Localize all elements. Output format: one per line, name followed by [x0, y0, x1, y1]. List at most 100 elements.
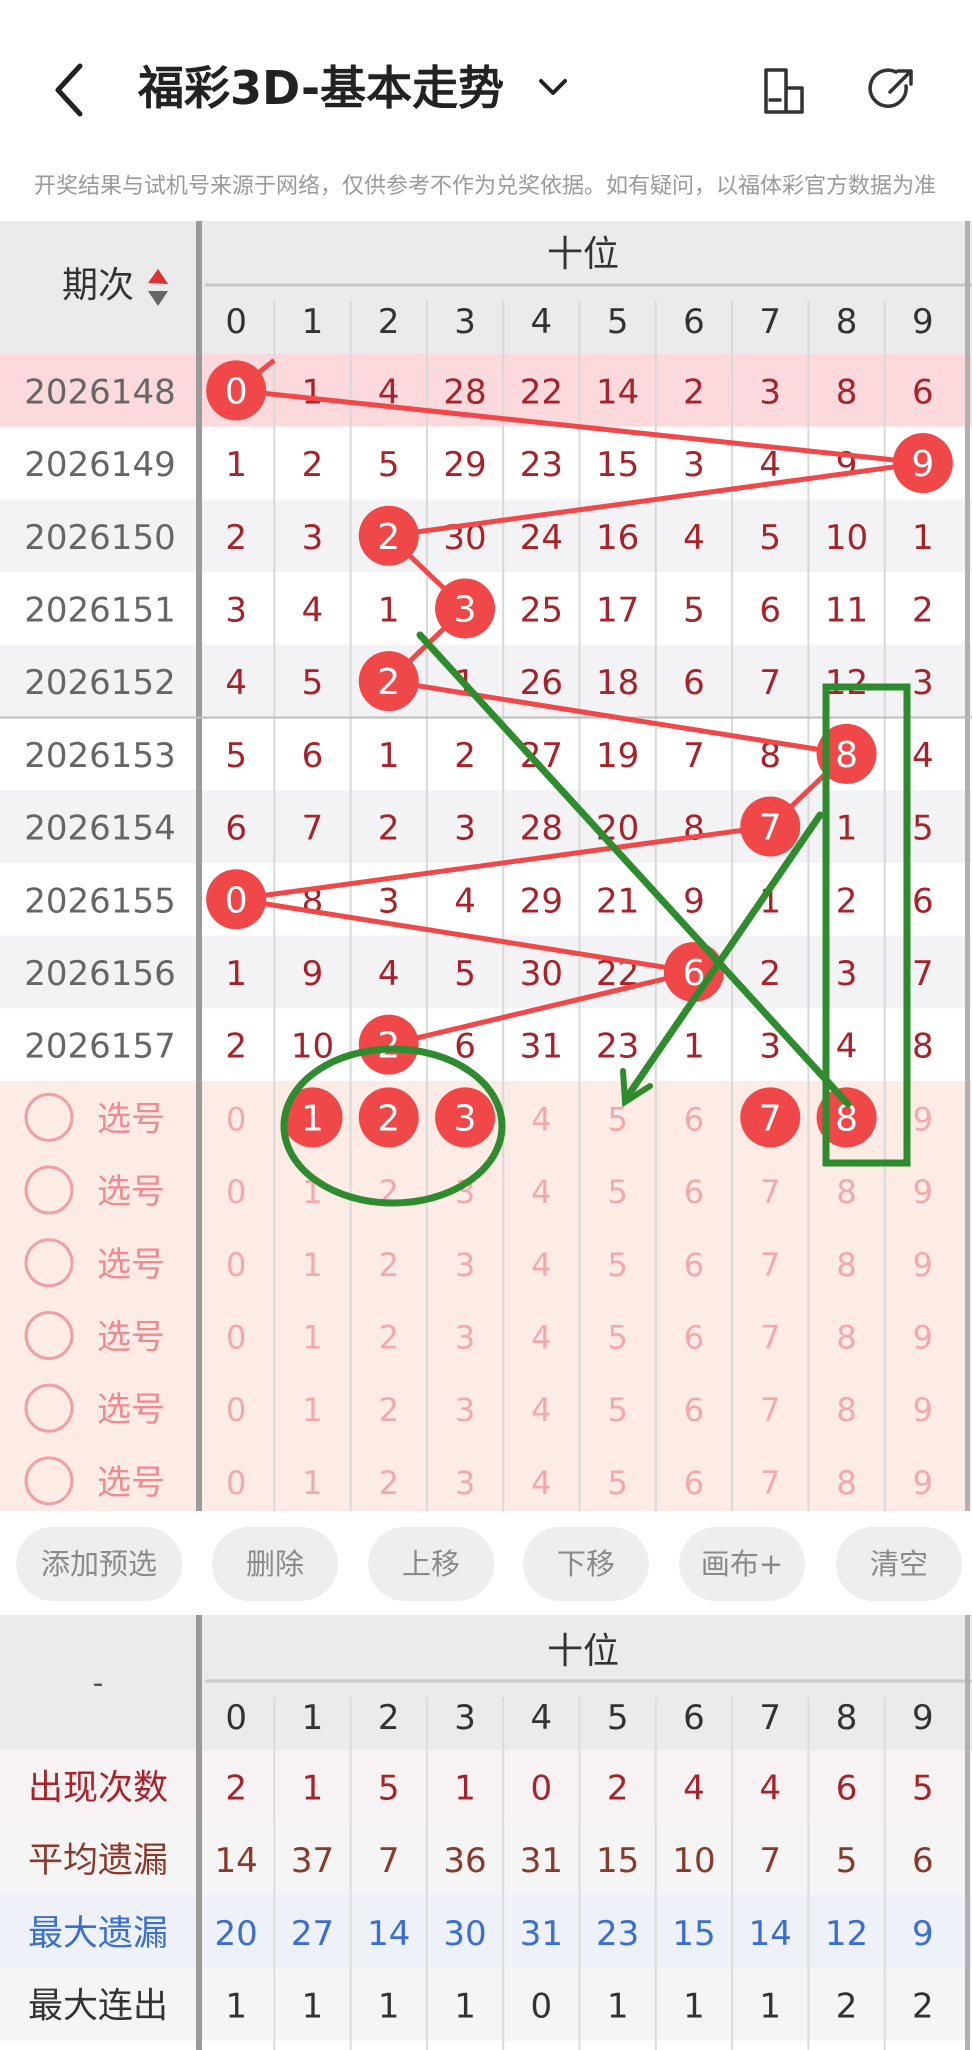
back-arrow-icon[interactable] — [50, 60, 90, 120]
toolbar-button-2[interactable]: 上移 — [368, 1527, 494, 1601]
select-digit-4[interactable]: 4 — [531, 1246, 551, 1284]
select-digit-8[interactable]: 8 — [836, 1173, 856, 1211]
select-digit-5[interactable]: 5 — [607, 1246, 627, 1284]
select-digit-8[interactable]: 8 — [836, 1391, 856, 1429]
ruler-icon[interactable] — [758, 66, 808, 116]
miss-count: 3 — [454, 809, 476, 849]
select-digit-6[interactable]: 6 — [684, 1391, 704, 1429]
select-digit-3[interactable]: 3 — [455, 1318, 475, 1356]
select-digit-7[interactable]: 7 — [760, 1173, 780, 1211]
select-digit-8[interactable]: 8 — [836, 1464, 856, 1502]
select-digit-7[interactable]: 7 — [760, 1246, 780, 1284]
chevron-down-icon[interactable] — [535, 72, 571, 102]
miss-count: 4 — [378, 954, 400, 994]
stats-value: 7 — [378, 1841, 400, 1881]
select-digit-9[interactable]: 9 — [913, 1318, 933, 1356]
digit-header-7: 7 — [759, 302, 781, 342]
miss-count: 1 — [912, 518, 934, 558]
hit-number: 0 — [225, 880, 248, 921]
miss-count: 6 — [912, 372, 934, 412]
select-digit-6[interactable]: 6 — [684, 1464, 704, 1502]
miss-count: 2 — [225, 1027, 247, 1067]
period-column-divider — [196, 221, 202, 1511]
hit-number: 3 — [454, 589, 477, 630]
select-digit-0[interactable]: 0 — [226, 1173, 246, 1211]
miss-count: 12 — [825, 663, 868, 703]
select-digit-1[interactable]: 1 — [302, 1318, 322, 1356]
select-digit-2[interactable]: 2 — [379, 1464, 399, 1502]
stats-value: 23 — [596, 1914, 639, 1954]
select-digit-2[interactable]: 2 — [379, 1246, 399, 1284]
select-digit-9[interactable]: 9 — [913, 1464, 933, 1502]
select-digit-9[interactable]: 9 — [913, 1173, 933, 1211]
select-digit-5[interactable]: 5 — [607, 1391, 627, 1429]
toolbar-button-0[interactable]: 添加预选 — [16, 1527, 182, 1601]
stats-value: 27 — [291, 1914, 334, 1954]
select-digit-3[interactable]: 3 — [455, 1391, 475, 1429]
select-digit-6[interactable]: 6 — [684, 1173, 704, 1211]
select-digit-6[interactable]: 6 — [684, 1246, 704, 1284]
share-icon[interactable] — [866, 64, 918, 116]
stats-value: 10 — [672, 1841, 715, 1881]
period-label[interactable]: 期次 — [62, 265, 134, 306]
miss-count: 11 — [825, 590, 868, 630]
select-digit-0[interactable]: 0 — [226, 1318, 246, 1356]
select-digit-4[interactable]: 4 — [531, 1391, 551, 1429]
select-digit-8[interactable]: 8 — [836, 1318, 856, 1356]
select-digit-5[interactable]: 5 — [607, 1173, 627, 1211]
select-digit-5[interactable]: 5 — [607, 1464, 627, 1502]
select-digit-4[interactable]: 4 — [531, 1100, 551, 1138]
select-digit-4[interactable]: 4 — [531, 1318, 551, 1356]
stats-value: 1 — [302, 1768, 324, 1808]
toolbar-button-3[interactable]: 下移 — [523, 1527, 649, 1601]
stats-value: 31 — [520, 1841, 563, 1881]
select-digit-0[interactable]: 0 — [226, 1391, 246, 1429]
select-digit-4[interactable]: 4 — [531, 1464, 551, 1502]
toolbar-button-1[interactable]: 删除 — [212, 1527, 338, 1601]
toolbar-button-5[interactable]: 清空 — [836, 1527, 962, 1601]
select-digit-5[interactable]: 5 — [607, 1100, 627, 1138]
select-digit-8[interactable]: 8 — [836, 1246, 856, 1284]
select-digit-9[interactable]: 9 — [913, 1100, 933, 1138]
miss-count: 2 — [683, 372, 705, 412]
select-digit-1[interactable]: 1 — [302, 1391, 322, 1429]
select-digit-7[interactable]: 7 — [760, 1464, 780, 1502]
miss-count: 2 — [225, 518, 247, 558]
select-digit-3[interactable]: 3 — [455, 1464, 475, 1502]
select-digit-5[interactable]: 5 — [607, 1318, 627, 1356]
select-digit-2[interactable]: 2 — [379, 1391, 399, 1429]
select-digit-7[interactable]: 7 — [760, 1318, 780, 1356]
stats-value: 7 — [759, 1841, 781, 1881]
select-digit-6[interactable]: 6 — [684, 1100, 704, 1138]
select-digit-1[interactable]: 1 — [302, 1246, 322, 1284]
select-digit-1[interactable]: 1 — [302, 1464, 322, 1502]
select-digit-6[interactable]: 6 — [684, 1318, 704, 1356]
select-digit-7[interactable]: 7 — [760, 1391, 780, 1429]
period-number: 2026152 — [24, 663, 175, 703]
miss-count: 7 — [759, 663, 781, 703]
miss-count: 3 — [836, 954, 858, 994]
select-digit-4[interactable]: 4 — [531, 1173, 551, 1211]
select-digit-0[interactable]: 0 — [226, 1464, 246, 1502]
miss-count: 15 — [596, 445, 639, 485]
select-digit-9[interactable]: 9 — [913, 1246, 933, 1284]
select-digit-0[interactable]: 0 — [226, 1246, 246, 1284]
select-digit-9[interactable]: 9 — [913, 1391, 933, 1429]
stats-value: 2 — [225, 1768, 247, 1808]
page-title[interactable]: 福彩3D-基本走势 — [138, 58, 504, 118]
period-number: 2026149 — [24, 445, 175, 485]
trend-chart-grid[interactable]: 十位 期次 0 1 2 3 4 5 6 7 8 9 2026148 1 4 28 22 14 2 3 8 6 2026149… — [0, 221, 972, 1511]
select-digit-3[interactable]: 3 — [455, 1246, 475, 1284]
stats-value: 0 — [531, 1986, 553, 2026]
stats-value: 1 — [683, 1986, 705, 2026]
miss-count: 6 — [759, 590, 781, 630]
stats-value: 1 — [454, 1768, 476, 1808]
select-label: 选号 — [97, 1172, 165, 1212]
stats-value: 2 — [912, 1986, 934, 2026]
toolbar-button-4[interactable]: 画布+ — [679, 1527, 805, 1601]
miss-count: 26 — [520, 663, 563, 703]
select-digit-0[interactable]: 0 — [226, 1100, 246, 1138]
stats-value: 6 — [836, 1768, 858, 1808]
miss-count: 1 — [378, 590, 400, 630]
select-digit-2[interactable]: 2 — [379, 1318, 399, 1356]
